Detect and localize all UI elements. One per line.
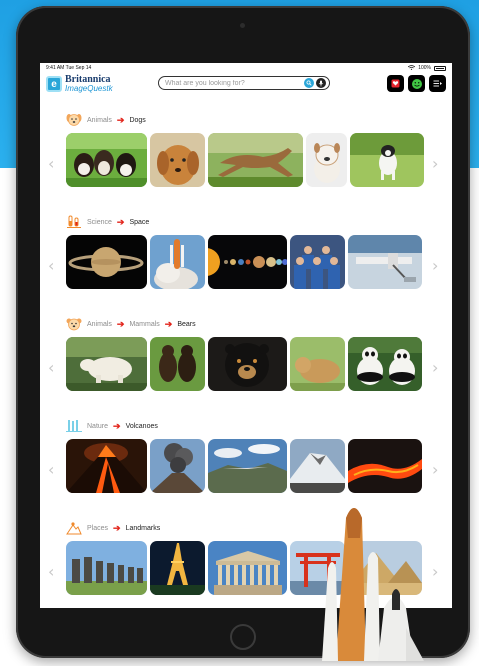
- thumb-golden-retriever[interactable]: [150, 133, 205, 187]
- scroll-right-button[interactable]: ›: [432, 256, 438, 275]
- breadcrumb-current[interactable]: Bears: [177, 321, 195, 328]
- scroll-left-button[interactable]: ‹: [48, 460, 54, 479]
- search-bar: [158, 76, 330, 90]
- thumb-parthenon[interactable]: [208, 541, 287, 595]
- favorites-button[interactable]: [387, 75, 404, 92]
- category-dogs: Animals ➔ Dogs ‹ ›: [40, 112, 452, 212]
- thumb-erupting-volcano[interactable]: [66, 439, 147, 493]
- arrow-right-icon: ➔: [116, 318, 125, 329]
- scroll-left-button[interactable]: ‹: [48, 562, 54, 581]
- thumb-polar-bear[interactable]: [66, 337, 147, 391]
- menu-list-icon: [433, 80, 442, 87]
- thumb-crater-lake[interactable]: [208, 439, 287, 493]
- logo-product: ImageQuestk: [65, 84, 113, 93]
- thumb-sun-bear[interactable]: [208, 337, 287, 391]
- category-bears: Animals ➔ Mammals ➔ Bears ‹ ›: [40, 316, 452, 416]
- thumb-moai-statues[interactable]: [66, 541, 147, 595]
- thumb-eiffel-tower[interactable]: [150, 541, 205, 595]
- thumb-bear-cubs[interactable]: [150, 337, 205, 391]
- breadcrumb-current[interactable]: Volcanoes: [126, 423, 158, 430]
- logo-brand: Britannica: [65, 74, 111, 85]
- arrow-right-icon: ➔: [113, 420, 121, 431]
- scroll-right-button[interactable]: ›: [432, 154, 438, 173]
- breadcrumb-current[interactable]: Dogs: [129, 117, 145, 124]
- header-actions: [387, 75, 446, 92]
- app-header: e Britannica ImageQuestk: [40, 73, 452, 99]
- thumb-astronaut-crew[interactable]: [290, 235, 345, 289]
- britannica-logo[interactable]: e Britannica ImageQuestk: [46, 75, 113, 93]
- scroll-left-button[interactable]: ‹: [48, 256, 54, 275]
- search-input[interactable]: [165, 79, 302, 87]
- logo-product-name: ImageQuest: [65, 84, 109, 93]
- home-button[interactable]: [230, 624, 256, 650]
- scroll-right-button[interactable]: ›: [432, 562, 438, 581]
- logo-badge: e: [46, 76, 62, 92]
- search-icon: [306, 80, 312, 86]
- breadcrumb-link[interactable]: Science: [87, 219, 112, 226]
- thumb-jumping-terrier[interactable]: [350, 133, 424, 187]
- menu-button[interactable]: [429, 75, 446, 92]
- breadcrumb: Animals ➔ Mammals ➔ Bears: [66, 316, 196, 332]
- arrow-right-icon: ➔: [164, 318, 173, 329]
- thumb-snow-volcano[interactable]: [290, 439, 345, 493]
- battery-percent: 100%: [418, 65, 431, 71]
- breadcrumb-link[interactable]: Mammals: [129, 321, 159, 328]
- scroll-left-button[interactable]: ‹: [48, 154, 54, 173]
- breadcrumb: Places ➔ Landmarks: [66, 520, 160, 536]
- breadcrumb: Science ➔ Space: [66, 214, 149, 230]
- thumbnail-row: [66, 337, 422, 391]
- breadcrumb: Animals ➔ Dogs: [66, 112, 146, 128]
- smiley-button[interactable]: [408, 75, 425, 92]
- breadcrumb: Nature ➔ Volcanoes: [66, 418, 158, 434]
- thumbnail-row: [66, 235, 422, 289]
- breadcrumb-link[interactable]: Places: [87, 525, 108, 532]
- thumb-brown-bear[interactable]: [290, 337, 345, 391]
- status-indicators: 100%: [407, 64, 446, 72]
- test-tubes-icon: [66, 215, 82, 229]
- thumb-pandas[interactable]: [348, 337, 422, 391]
- front-camera: [240, 23, 245, 28]
- arrow-right-icon: ➔: [116, 114, 125, 125]
- status-bar: 9:41 AM Tue Sep 14 100%: [40, 63, 452, 73]
- thumb-space-station[interactable]: [348, 235, 422, 289]
- wifi-icon: [407, 64, 416, 72]
- thumb-bulldog[interactable]: [306, 133, 347, 187]
- favorites-icon: [391, 79, 400, 88]
- category-space: Science ➔ Space ‹ ›: [40, 214, 452, 314]
- thumbnail-row: [66, 439, 422, 493]
- scroll-right-button[interactable]: ›: [432, 358, 438, 377]
- thumb-lava-flow[interactable]: [348, 439, 422, 493]
- breadcrumb-current[interactable]: Landmarks: [126, 525, 161, 532]
- breadcrumb-link[interactable]: Nature: [87, 423, 108, 430]
- logo-text: Britannica ImageQuestk: [65, 74, 113, 94]
- logo-product-suffix: k: [108, 84, 113, 93]
- thumbnail-row: [66, 133, 424, 187]
- arrow-right-icon: ➔: [116, 216, 125, 227]
- breadcrumb-link[interactable]: Animals: [87, 117, 112, 124]
- mountain-sun-icon: [66, 521, 82, 535]
- smiley-icon: [411, 78, 422, 89]
- bear-face-icon: [66, 317, 82, 331]
- arrow-right-icon: ➔: [113, 522, 121, 533]
- thumb-puppies-on-grass[interactable]: [66, 133, 147, 187]
- thumb-shuttle-launch[interactable]: [150, 235, 205, 289]
- scroll-left-button[interactable]: ‹: [48, 358, 54, 377]
- space-shuttle-illustration: [306, 498, 426, 661]
- scroll-right-button[interactable]: ›: [432, 460, 438, 479]
- battery-icon: [434, 65, 446, 71]
- thumb-saturn[interactable]: [66, 235, 147, 289]
- dog-face-icon: [66, 113, 82, 127]
- thumb-solar-system[interactable]: [208, 235, 287, 289]
- waterfall-icon: [66, 419, 82, 433]
- search-button[interactable]: [304, 78, 314, 88]
- thumb-running-greyhound[interactable]: [208, 133, 303, 187]
- breadcrumb-link[interactable]: Animals: [87, 321, 112, 328]
- breadcrumb-current[interactable]: Space: [129, 219, 149, 226]
- voice-search-button[interactable]: [316, 78, 326, 88]
- microphone-icon: [318, 80, 324, 86]
- thumb-ash-plume[interactable]: [150, 439, 205, 493]
- status-time: 9:41 AM Tue Sep 14: [46, 65, 92, 71]
